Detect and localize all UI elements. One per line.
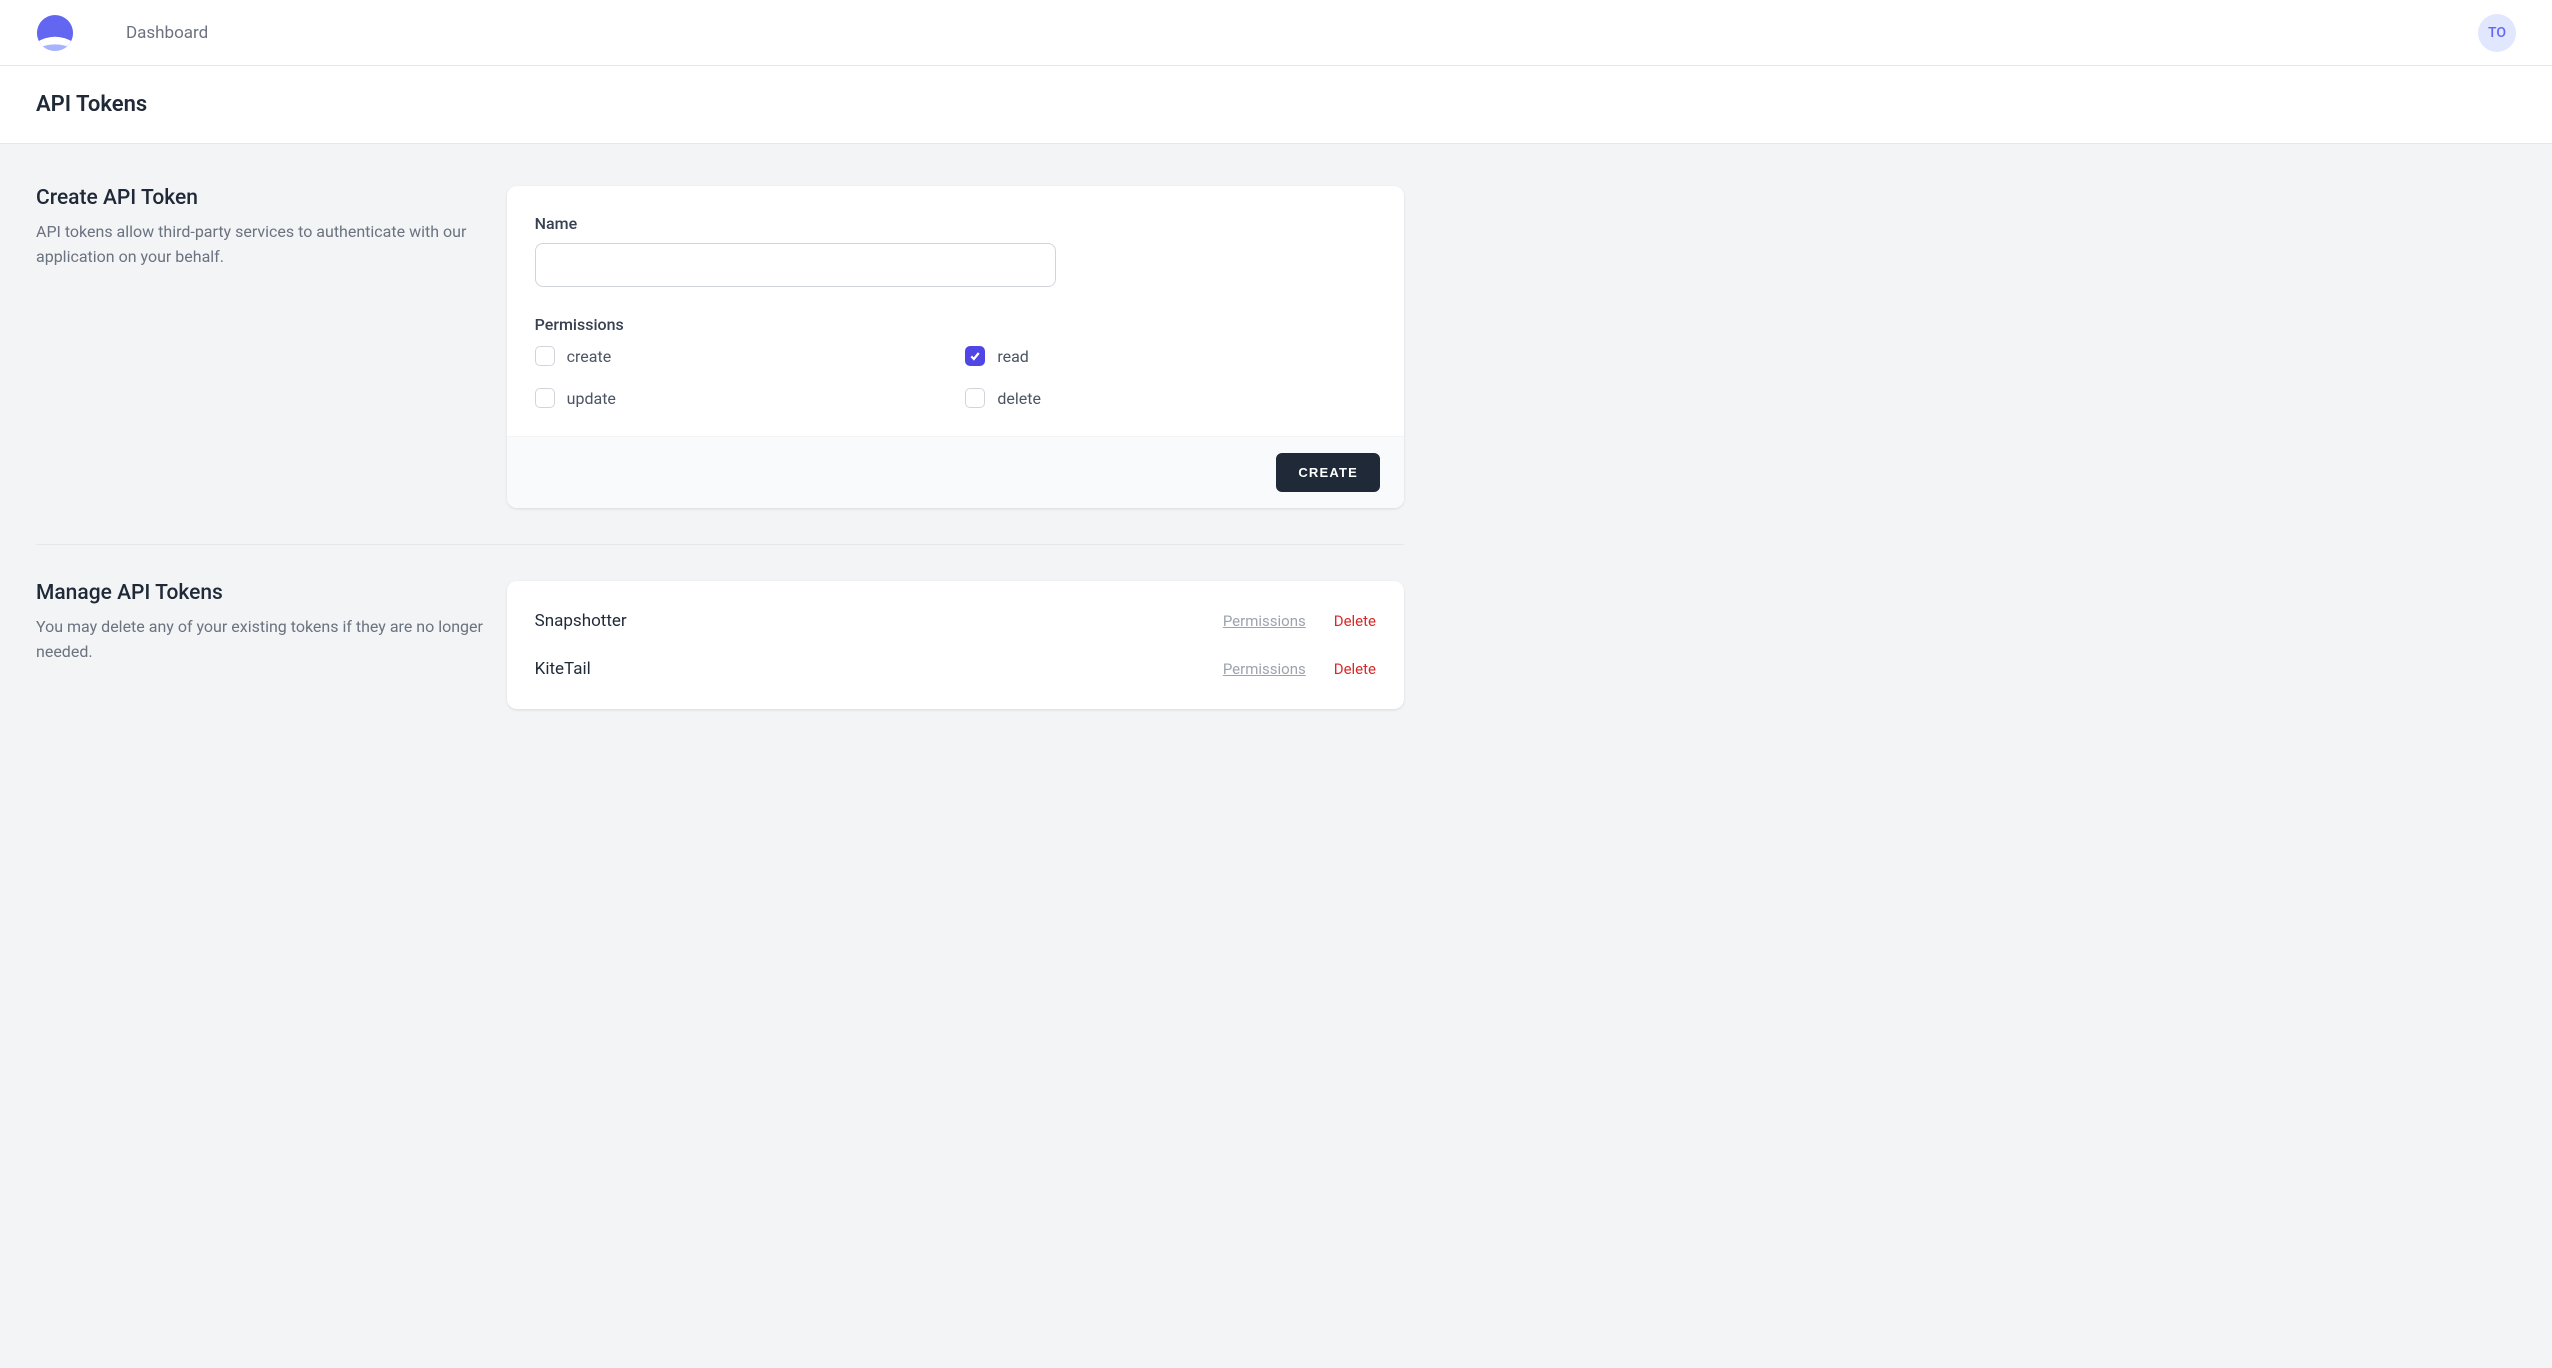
- permissions-label: Permissions: [535, 315, 1376, 334]
- token-actions: Permissions Delete: [1223, 612, 1376, 630]
- manage-tokens-description: You may delete any of your existing toke…: [36, 615, 485, 665]
- token-list: Snapshotter Permissions Delete KiteTail Perm…: [507, 581, 1404, 709]
- create-token-heading: Create API Token: [36, 186, 485, 210]
- token-permissions-link[interactable]: Permissions: [1223, 612, 1306, 630]
- token-actions: Permissions Delete: [1223, 660, 1376, 678]
- app-logo[interactable]: [36, 14, 74, 52]
- permission-update[interactable]: update: [535, 388, 946, 408]
- user-avatar[interactable]: TO: [2478, 14, 2516, 52]
- create-token-section: Create API Token API tokens allow third-…: [36, 186, 1404, 508]
- create-token-form: Name Permissions create read update delete: [507, 186, 1404, 436]
- permission-read[interactable]: read: [965, 346, 1376, 366]
- permission-update-label: update: [567, 389, 616, 408]
- page-title: API Tokens: [36, 92, 2516, 117]
- create-token-card: Name Permissions createreadupdatedelete …: [507, 186, 1404, 508]
- permission-delete-checkbox[interactable]: [965, 388, 985, 408]
- token-delete-link[interactable]: Delete: [1334, 660, 1376, 678]
- manage-tokens-section: Manage API Tokens You may delete any of …: [36, 581, 1404, 709]
- create-token-intro: Create API Token API tokens allow third-…: [36, 186, 485, 270]
- topbar-left: Dashboard: [36, 14, 208, 52]
- permission-create-checkbox[interactable]: [535, 346, 555, 366]
- topbar: Dashboard TO: [0, 0, 2552, 66]
- page-content: Create API Token API tokens allow third-…: [0, 144, 1440, 751]
- token-row: KiteTail Permissions Delete: [535, 645, 1376, 693]
- name-input[interactable]: [535, 243, 1057, 287]
- permission-create-label: create: [567, 347, 612, 366]
- permission-read-label: read: [997, 347, 1028, 366]
- create-token-footer: Create: [507, 436, 1404, 508]
- user-initials: TO: [2488, 25, 2506, 41]
- name-label: Name: [535, 214, 1376, 233]
- permission-read-checkbox[interactable]: [965, 346, 985, 366]
- permission-delete[interactable]: delete: [965, 388, 1376, 408]
- create-token-description: API tokens allow third-party services to…: [36, 220, 485, 270]
- token-name: KiteTail: [535, 659, 591, 679]
- token-row: Snapshotter Permissions Delete: [535, 597, 1376, 645]
- token-permissions-link[interactable]: Permissions: [1223, 660, 1306, 678]
- token-delete-link[interactable]: Delete: [1334, 612, 1376, 630]
- nav-dashboard[interactable]: Dashboard: [126, 23, 208, 43]
- permission-update-checkbox[interactable]: [535, 388, 555, 408]
- permissions-grid: create read update delete: [535, 346, 1376, 408]
- section-divider: [36, 544, 1404, 545]
- manage-tokens-heading: Manage API Tokens: [36, 581, 485, 605]
- create-button[interactable]: Create: [1276, 453, 1380, 492]
- token-name: Snapshotter: [535, 611, 627, 631]
- permission-create[interactable]: create: [535, 346, 946, 366]
- check-icon: [969, 350, 981, 362]
- permission-delete-label: delete: [997, 389, 1041, 408]
- manage-tokens-intro: Manage API Tokens You may delete any of …: [36, 581, 485, 665]
- page-header: API Tokens: [0, 66, 2552, 144]
- logo-icon: [36, 14, 74, 52]
- manage-tokens-card: Snapshotter Permissions Delete KiteTail Perm…: [507, 581, 1404, 709]
